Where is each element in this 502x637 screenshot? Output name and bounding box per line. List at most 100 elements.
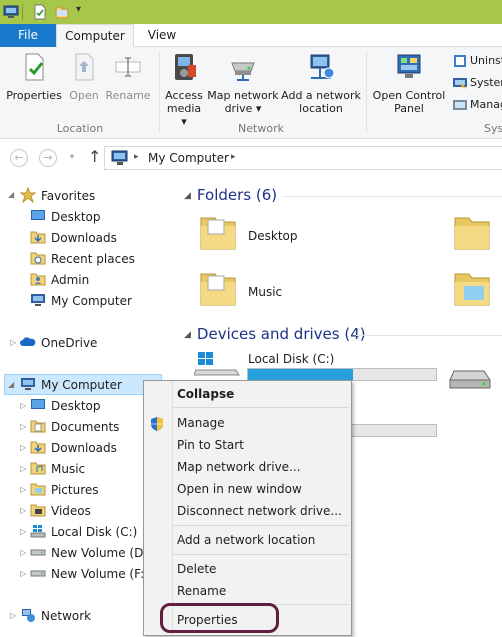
collapsed-arrow-icon[interactable]: ▷ xyxy=(20,422,26,431)
collapsed-arrow-icon[interactable]: ▷ xyxy=(20,464,26,473)
nav-documents[interactable]: Documents xyxy=(30,417,119,437)
group-separator xyxy=(159,51,160,133)
up-button[interactable]: ↑ xyxy=(88,147,101,166)
group-location-label: Location xyxy=(56,122,104,135)
access-media-button[interactable]: Access media ▾ xyxy=(163,51,205,128)
windows-drive-icon[interactable] xyxy=(194,352,244,382)
nav-desktop[interactable]: Desktop xyxy=(30,396,101,416)
collapsed-arrow-icon[interactable]: ▷ xyxy=(20,443,26,452)
folder-music-label[interactable]: Music xyxy=(248,285,282,299)
menu-delete[interactable]: Delete xyxy=(177,559,216,579)
nav-onedrive[interactable]: OneDrive xyxy=(20,333,97,353)
nav-fav-my-computer[interactable]: My Computer xyxy=(30,291,132,311)
collapsed-arrow-icon[interactable]: ▷ xyxy=(20,506,26,515)
nav-new-volume-f[interactable]: New Volume (F:) xyxy=(30,564,149,584)
folder-desktop-label[interactable]: Desktop xyxy=(248,229,298,243)
tab-file[interactable]: File xyxy=(0,24,56,47)
folders-header[interactable]: ◢ Folders (6) xyxy=(184,186,277,204)
drive-icon[interactable] xyxy=(448,368,492,394)
tab-computer[interactable]: Computer xyxy=(56,24,134,48)
arrow-right-icon: → xyxy=(43,151,53,164)
back-button[interactable]: ← xyxy=(10,149,28,167)
menu-separator xyxy=(173,407,349,408)
local-disk-usage-fill xyxy=(248,369,354,380)
downloads-icon xyxy=(30,231,46,244)
chevron-right-icon[interactable]: ▸ xyxy=(231,152,236,162)
group-system-label: Syst xyxy=(484,122,502,135)
desktop-folder-icon[interactable] xyxy=(198,212,238,252)
nav-my-computer[interactable]: My Computer xyxy=(20,375,122,395)
forward-button[interactable]: → xyxy=(39,149,57,167)
open-button[interactable]: Open xyxy=(66,51,102,102)
map-network-drive-button[interactable]: Map network drive ▾ xyxy=(206,51,280,115)
control-panel-icon xyxy=(397,54,421,78)
nav-local-disk-c[interactable]: Local Disk (C:) xyxy=(30,522,137,542)
menu-manage[interactable]: Manage xyxy=(177,413,225,433)
rename-button[interactable]: Rename xyxy=(104,51,152,102)
group-network-label: Network xyxy=(238,122,284,135)
collapsed-arrow-icon[interactable]: ▷ xyxy=(20,527,26,536)
tab-view[interactable]: View xyxy=(134,24,190,47)
drive-icon xyxy=(30,549,46,556)
menu-open-new-window[interactable]: Open in new window xyxy=(177,479,302,499)
desktop-icon xyxy=(31,399,45,409)
computer-icon xyxy=(31,294,45,306)
arrow-left-icon: ← xyxy=(14,151,24,164)
pictures-folder-icon[interactable] xyxy=(452,268,492,308)
new-folder-icon[interactable] xyxy=(54,4,70,20)
recent-places-icon xyxy=(30,252,46,265)
expanded-arrow-icon[interactable]: ◢ xyxy=(8,190,14,199)
context-menu: Collapse Manage Pin to Start Map network… xyxy=(143,380,352,636)
collapsed-arrow-icon[interactable]: ▷ xyxy=(10,338,16,347)
devices-drives-header[interactable]: ◢ Devices and drives (4) xyxy=(184,325,366,343)
open-icon xyxy=(75,53,94,81)
expanded-arrow-icon[interactable]: ◢ xyxy=(8,380,14,389)
address-path[interactable]: My Computer xyxy=(148,151,229,165)
nav-fav-desktop[interactable]: Desktop xyxy=(30,207,101,227)
chevron-right-icon[interactable]: ▸ xyxy=(134,152,139,162)
menu-add-network-location[interactable]: Add a network location xyxy=(177,530,315,550)
address-bar[interactable]: ▸ My Computer ▸ xyxy=(104,146,502,170)
collapse-arrow-icon: ◢ xyxy=(184,191,191,201)
nav-fav-admin[interactable]: Admin xyxy=(30,270,89,290)
properties-button[interactable]: Properties xyxy=(6,51,62,102)
nav-videos[interactable]: Videos xyxy=(30,501,91,521)
menu-disconnect-network-drive[interactable]: Disconnect network drive... xyxy=(177,501,342,521)
music-folder-icon[interactable] xyxy=(198,268,238,308)
collapsed-arrow-icon[interactable]: ▷ xyxy=(20,401,26,410)
music-icon xyxy=(30,462,46,475)
documents-folder-icon[interactable] xyxy=(452,212,492,252)
nav-new-volume-d[interactable]: New Volume (D:) xyxy=(30,543,152,563)
uninstall-button[interactable]: Uninst xyxy=(452,53,502,69)
cloud-icon xyxy=(20,337,36,346)
qat-customize-icon[interactable]: ▾ xyxy=(76,4,81,15)
menu-rename[interactable]: Rename xyxy=(177,581,226,601)
nav-downloads[interactable]: Downloads xyxy=(30,438,117,458)
nav-fav-recent-places[interactable]: Recent places xyxy=(30,249,135,269)
system-properties-button[interactable]: System xyxy=(452,75,502,91)
address-row: ← → ▾ ↑ ▸ My Computer ▸ xyxy=(0,140,502,174)
add-network-location-button[interactable]: Add a network location xyxy=(281,51,361,115)
open-control-panel-button[interactable]: Open Control Panel xyxy=(371,51,447,115)
collapsed-arrow-icon[interactable]: ▷ xyxy=(20,548,26,557)
manage-button[interactable]: Manag xyxy=(452,97,502,113)
properties-icon[interactable] xyxy=(32,4,48,20)
nav-music[interactable]: Music xyxy=(30,459,85,479)
nav-fav-downloads[interactable]: Downloads xyxy=(30,228,117,248)
menu-separator xyxy=(173,525,349,526)
collapsed-arrow-icon[interactable]: ▷ xyxy=(20,569,26,578)
menu-collapse[interactable]: Collapse xyxy=(177,384,234,404)
collapsed-arrow-icon[interactable]: ▷ xyxy=(20,485,26,494)
recent-locations-dropdown-icon[interactable]: ▾ xyxy=(70,152,74,161)
menu-pin-to-start[interactable]: Pin to Start xyxy=(177,435,244,455)
section-divider xyxy=(284,196,502,197)
menu-map-network-drive[interactable]: Map network drive... xyxy=(177,457,301,477)
collapsed-arrow-icon[interactable]: ▷ xyxy=(10,611,16,620)
computer-icon[interactable] xyxy=(3,4,19,20)
drive-local-disk-label[interactable]: Local Disk (C:) xyxy=(248,352,334,366)
nav-favorites[interactable]: Favorites xyxy=(20,186,95,206)
nav-pictures[interactable]: Pictures xyxy=(30,480,99,500)
nav-network[interactable]: Network xyxy=(20,606,91,626)
videos-icon xyxy=(30,504,46,517)
desktop-icon xyxy=(31,210,45,220)
